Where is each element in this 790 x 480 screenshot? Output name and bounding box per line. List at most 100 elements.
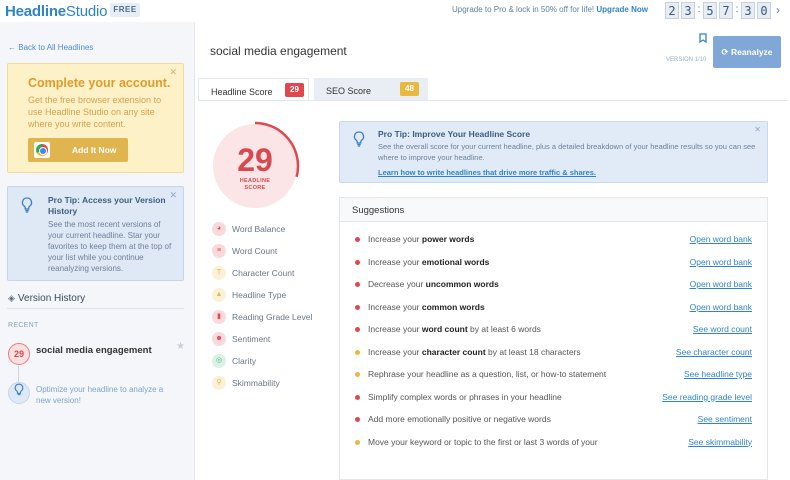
countdown-digit: 3 <box>681 2 695 19</box>
metric-item[interactable]: ▲ Headline Type <box>212 287 286 303</box>
chrome-icon <box>34 142 50 158</box>
reanalyze-button[interactable]: ⟳ Reanalyze <box>713 36 781 68</box>
suggestion-link[interactable]: See reading grade level <box>662 392 752 402</box>
learn-headlines-link[interactable]: Learn how to write headlines that drive … <box>378 168 596 177</box>
suggestion-link[interactable]: Open word bank <box>690 302 752 312</box>
metric-item[interactable]: ⚲ Skimmability <box>212 375 280 391</box>
metric-item[interactable]: ◎ Clarity <box>212 353 256 369</box>
status-dot <box>355 439 360 445</box>
back-to-headlines-link[interactable]: ← Back to All Headlines <box>8 43 93 52</box>
upgrade-now-link[interactable]: Upgrade Now <box>596 5 648 14</box>
headline-score-value: 29 <box>237 142 273 178</box>
status-dot <box>355 259 360 265</box>
status-dot <box>355 417 360 422</box>
sidebar: ← Back to All Headlines ✕ Complete your … <box>0 22 195 480</box>
top-bar: HeadlineStudio FREE Upgrade to Pro & loc… <box>0 0 790 22</box>
protip-desc: See the most recent versions of your cur… <box>48 220 172 273</box>
lightbulb-icon <box>353 131 365 150</box>
suggestion-link[interactable]: See headline type <box>684 369 752 379</box>
countdown-digit: 7 <box>719 2 733 19</box>
suggestion-row: Simplify complex words or phrases in you… <box>340 389 767 409</box>
metric-label: Word Count <box>232 246 278 256</box>
bookmark-icon[interactable] <box>699 33 707 45</box>
status-dot <box>355 372 360 377</box>
smiley-icon: ☻ <box>212 332 226 346</box>
status-dot <box>355 327 360 332</box>
suggestions-header: Suggestions <box>340 198 767 222</box>
status-dot <box>355 282 360 287</box>
tab-headline-score[interactable]: Headline Score 29 <box>198 78 309 100</box>
metric-item[interactable]: ≡ Word Count <box>212 243 277 259</box>
metric-label: Sentiment <box>232 334 271 344</box>
metric-item[interactable]: ◕ Word Balance <box>212 221 285 237</box>
suggestion-text: Increase your word count by at least 6 w… <box>368 324 541 334</box>
headline-score-protip: ✕ Pro Tip: Improve Your Headline Score S… <box>339 121 768 183</box>
countdown-digit: 3 <box>741 2 755 19</box>
recent-version-title[interactable]: social media engagement <box>36 345 152 356</box>
suggestion-row: Increase your word count by at least 6 w… <box>340 321 767 341</box>
complete-account-desc: Get the free browser extension to use He… <box>28 95 162 129</box>
close-icon[interactable]: ✕ <box>754 125 761 134</box>
recent-version-score[interactable]: 29 <box>8 343 30 365</box>
suggestion-text: Increase your character count by at leas… <box>368 346 581 357</box>
target-icon: ◎ <box>212 354 226 368</box>
suggestion-link[interactable]: See skimmability <box>688 437 752 447</box>
layers-icon: ◈ <box>8 293 15 303</box>
headline-score-badge: 29 <box>285 83 304 97</box>
metric-item[interactable]: ☻ Sentiment <box>212 331 270 347</box>
metric-label: Character Count <box>232 268 295 278</box>
suggestion-text: Increase your emotional words <box>368 256 490 267</box>
countdown-digit: 5 <box>703 2 717 19</box>
suggestion-text: Increase your power words <box>368 234 475 244</box>
complete-account-card: ✕ Complete your account. Get the free br… <box>7 63 184 173</box>
list-icon: ≡ <box>212 244 226 258</box>
promo-text: Upgrade to Pro & lock in 50% off for lif… <box>452 5 595 14</box>
suggestion-text: Add more emotionally positive or negativ… <box>368 414 551 424</box>
magnifier-icon: ⚲ <box>212 376 226 390</box>
headline-studio-logo[interactable]: HeadlineStudio <box>5 3 107 20</box>
metric-label: Headline Type <box>232 290 287 300</box>
suggestion-link[interactable]: See character count <box>676 347 752 357</box>
seo-score-badge: 48 <box>400 82 419 96</box>
add-extension-button[interactable]: Add It Now <box>28 138 128 162</box>
recent-label: RECENT <box>8 322 39 329</box>
protip-title: Pro Tip: Access your Version History <box>48 195 166 216</box>
countdown-digit: 0 <box>757 2 771 19</box>
version-history-protip: ✕ Pro Tip: Access your Version History S… <box>7 186 184 281</box>
status-dot <box>355 237 360 242</box>
countdown-timer: 2 3 : 5 7 : 3 0 <box>665 2 773 20</box>
metric-label: Word Balance <box>232 224 286 234</box>
close-icon[interactable]: ✕ <box>169 67 177 78</box>
suggestion-link[interactable]: Open word bank <box>690 234 752 244</box>
suggestion-row: Increase your power words Open word bank <box>340 231 767 251</box>
suggestion-link[interactable]: See word count <box>693 324 752 334</box>
tab-seo-score[interactable]: SEO Score 48 <box>314 78 428 100</box>
suggestion-link[interactable]: Open word bank <box>690 279 752 289</box>
metric-item[interactable]: T Character Count <box>212 265 294 281</box>
tabs-divider <box>198 100 788 101</box>
upgrade-promo: Upgrade to Pro & lock in 50% off for lif… <box>452 5 648 14</box>
status-dot <box>355 304 360 310</box>
star-icon[interactable]: ★ <box>176 341 185 352</box>
suggestion-row: Move your keyword or topic to the first … <box>340 434 767 454</box>
pie-chart-icon: ◕ <box>212 222 226 236</box>
protip-title: Pro Tip: Improve Your Headline Score <box>378 129 531 139</box>
suggestion-text: Rephrase your headline as a question, li… <box>368 369 607 379</box>
suggestion-text: Increase your common words <box>368 301 485 312</box>
suggestion-link[interactable]: Open word bank <box>690 257 752 267</box>
metric-label: Clarity <box>232 356 257 366</box>
countdown-separator: : <box>697 4 701 15</box>
shapes-icon: ▲ <box>212 288 226 302</box>
suggestion-link[interactable]: See sentiment <box>698 414 752 424</box>
refresh-icon: ⟳ <box>721 47 729 57</box>
suggestion-row: Decrease your uncommon words Open word ba… <box>340 276 767 296</box>
metric-item[interactable]: ▮ Reading Grade Level <box>212 309 312 325</box>
suggestion-row: Add more emotionally positive or negativ… <box>340 411 767 431</box>
protip-desc: See the overall score for your current h… <box>378 142 756 162</box>
chevron-right-icon[interactable]: › <box>776 3 780 17</box>
book-icon: ▮ <box>212 310 226 324</box>
version-history-heading: ◈ Version History <box>8 293 86 304</box>
headline-input[interactable]: social media engagement <box>210 44 347 58</box>
headline-score-label: HEADLINE SCORE <box>239 178 271 191</box>
status-dot <box>355 394 360 400</box>
